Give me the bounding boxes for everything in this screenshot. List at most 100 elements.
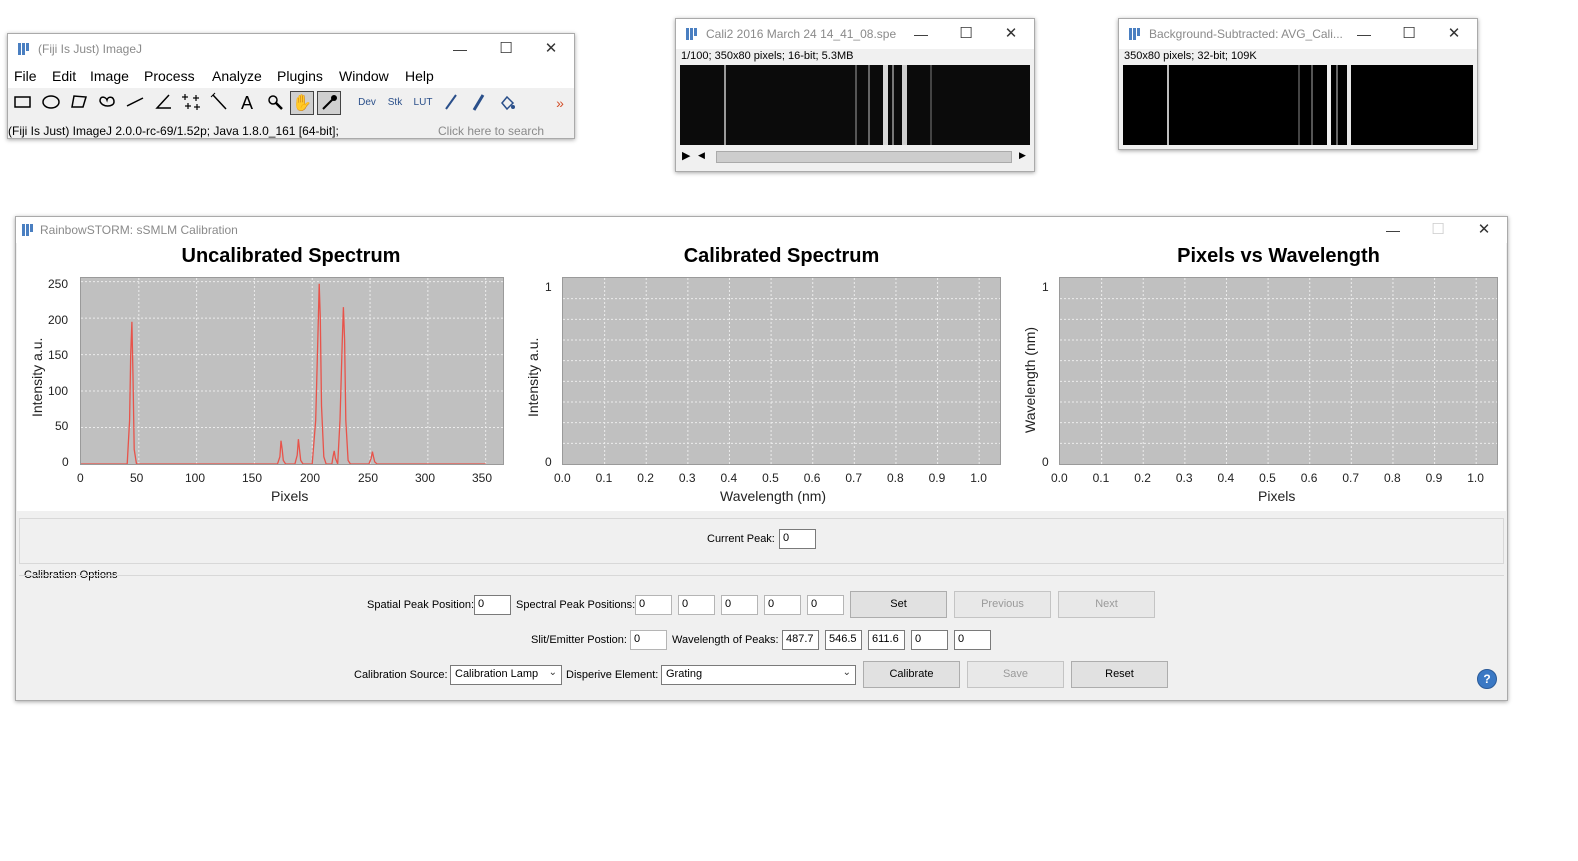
maximize-icon[interactable]: ☐ [1427, 220, 1449, 240]
chart1-plot-area[interactable] [80, 277, 504, 465]
chart1-xtick-0: 0 [77, 471, 84, 485]
maximize-icon[interactable]: ☐ [1398, 24, 1420, 44]
scrollbar-thumb[interactable] [716, 151, 1012, 163]
charts-panel: Uncalibrated Spectrum 250 200 150 100 50… [17, 243, 1506, 511]
cali-spectrum-image[interactable] [680, 65, 1030, 145]
chart1-xtick-300: 300 [415, 471, 436, 485]
cali-image-window: Cali2 2016 March 24 14_41_08.spe — ☐ ✕ 1… [675, 18, 1035, 172]
rainbowstorm-titlebar[interactable]: RainbowSTORM: sSMLM Calibration — ☐ ✕ [16, 217, 1507, 243]
next-button[interactable]: Next [1058, 591, 1155, 618]
current-peak-panel: Current Peak: 0 [19, 518, 1504, 564]
pencil-tool-icon[interactable] [439, 91, 463, 115]
chart3-ylabel: Wavelength (nm) [1022, 326, 1038, 433]
bg-spectrum-image[interactable] [1123, 65, 1473, 145]
wavelength-field-3[interactable]: 611.6 [868, 630, 905, 650]
stk-tool-button[interactable]: Stk [382, 91, 408, 115]
save-button[interactable]: Save [967, 661, 1064, 688]
polygon-tool-icon[interactable] [67, 91, 91, 115]
stack-scrollbar[interactable]: ▶ ◀ ▶ [680, 149, 1030, 165]
x-tick-label: 0.5 [1259, 471, 1276, 485]
current-peak-field[interactable]: 0 [779, 529, 816, 549]
chart3-ytick-1: 1 [1042, 280, 1049, 294]
set-button[interactable]: Set [850, 591, 947, 618]
wavelength-field-4[interactable]: 0 [911, 630, 948, 650]
dispersive-element-select[interactable]: Grating ⌄ [661, 665, 856, 685]
spectral-peak-field-4[interactable]: 0 [764, 595, 801, 615]
rainbowstorm-window: RainbowSTORM: sSMLM Calibration — ☐ ✕ Un… [15, 216, 1508, 701]
menu-help[interactable]: Help [405, 68, 434, 84]
freehand-tool-icon[interactable] [95, 91, 119, 115]
chart2-title: Calibrated Spectrum [683, 245, 880, 267]
reset-button[interactable]: Reset [1071, 661, 1168, 688]
x-tick-label: 0.5 [762, 471, 779, 485]
cali-titlebar[interactable]: Cali2 2016 March 24 14_41_08.spe — ☐ ✕ [676, 19, 1034, 49]
menu-file[interactable]: File [14, 68, 37, 84]
imagej-status-row: (Fiji Is Just) ImageJ 2.0.0-rc-69/1.52p;… [8, 120, 574, 144]
text-tool-icon[interactable]: A [235, 91, 259, 115]
close-icon[interactable]: ✕ [1443, 24, 1465, 44]
close-icon[interactable]: ✕ [1473, 220, 1495, 240]
spectral-peak-field-5[interactable]: 0 [807, 595, 844, 615]
spectral-peak-field-1[interactable]: 0 [635, 595, 672, 615]
chart1-ytick-0: 0 [62, 455, 69, 469]
x-tick-label: 1.0 [1467, 471, 1484, 485]
more-tools-icon[interactable]: » [548, 91, 572, 115]
x-tick-label: 1.0 [970, 471, 987, 485]
chart2-xlabel: Wavelength (nm) [720, 488, 827, 504]
previous-button[interactable]: Previous [954, 591, 1051, 618]
wand-tool-icon[interactable] [207, 91, 231, 115]
x-tick-label: 0.7 [845, 471, 863, 485]
menu-analyze[interactable]: Analyze [212, 68, 262, 84]
line-tool-icon[interactable] [123, 91, 147, 115]
minimize-icon[interactable]: — [910, 24, 932, 44]
spatial-peak-field[interactable]: 0 [474, 595, 511, 615]
calibrate-button[interactable]: Calibrate [863, 661, 960, 688]
minimize-icon[interactable]: — [1353, 24, 1375, 44]
help-icon[interactable]: ? [1477, 669, 1497, 689]
play-icon[interactable]: ▶ [682, 149, 690, 162]
close-icon[interactable]: ✕ [1000, 24, 1022, 44]
wavelength-field-2[interactable]: 546.5 [825, 630, 862, 650]
brush-tool-icon[interactable] [467, 91, 491, 115]
spectral-peak-field-3[interactable]: 0 [721, 595, 758, 615]
spectral-peak-field-2[interactable]: 0 [678, 595, 715, 615]
menu-window[interactable]: Window [339, 68, 389, 84]
scroll-right-icon[interactable]: ▶ [1019, 150, 1026, 161]
magnifier-tool-icon[interactable] [263, 91, 287, 115]
chart2-ytick-1: 1 [545, 280, 552, 294]
scroll-left-icon[interactable]: ◀ [698, 150, 705, 161]
minimize-icon[interactable]: — [1382, 220, 1404, 240]
hand-tool-icon[interactable]: ✋ [290, 91, 314, 115]
angle-tool-icon[interactable] [151, 91, 175, 115]
chart1-ytick-50: 50 [55, 419, 69, 433]
chart3-title: Pixels vs Wavelength [1177, 245, 1380, 267]
maximize-icon[interactable]: ☐ [955, 24, 977, 44]
calibration-source-select[interactable]: Calibration Lamp ⌄ [450, 665, 562, 685]
bg-titlebar[interactable]: Background-Subtracted: AVG_Cali... — ☐ ✕ [1119, 19, 1477, 49]
menu-process[interactable]: Process [144, 68, 195, 84]
wavelength-field-5[interactable]: 0 [954, 630, 991, 650]
chart3-plot-area[interactable] [1059, 277, 1498, 465]
color-picker-tool-icon[interactable] [317, 91, 341, 115]
lut-tool-button[interactable]: LUT [410, 91, 436, 115]
chevron-down-icon: ⌄ [842, 667, 851, 678]
current-peak-label: Current Peak: [707, 533, 775, 545]
slit-position-field[interactable]: 0 [630, 630, 667, 650]
flood-fill-tool-icon[interactable] [495, 91, 519, 115]
maximize-icon[interactable]: ☐ [495, 39, 517, 59]
menu-edit[interactable]: Edit [52, 68, 76, 84]
close-icon[interactable]: ✕ [540, 39, 562, 59]
chart2-plot-area[interactable] [562, 277, 1001, 465]
wavelength-field-1[interactable]: 487.7 [782, 630, 819, 650]
multipoint-tool-icon[interactable] [179, 91, 203, 115]
menu-plugins[interactable]: Plugins [277, 68, 323, 84]
oval-tool-icon[interactable] [39, 91, 63, 115]
x-tick-label: 0.3 [1175, 471, 1193, 485]
menu-image[interactable]: Image [90, 68, 129, 84]
imagej-titlebar[interactable]: (Fiji Is Just) ImageJ — ☐ ✕ [8, 34, 574, 64]
search-input[interactable]: Click here to search [438, 124, 544, 138]
minimize-icon[interactable]: — [449, 39, 471, 59]
bg-title: Background-Subtracted: AVG_Cali... [1149, 27, 1343, 41]
rectangle-tool-icon[interactable] [11, 91, 35, 115]
dev-tool-button[interactable]: Dev [354, 91, 380, 115]
